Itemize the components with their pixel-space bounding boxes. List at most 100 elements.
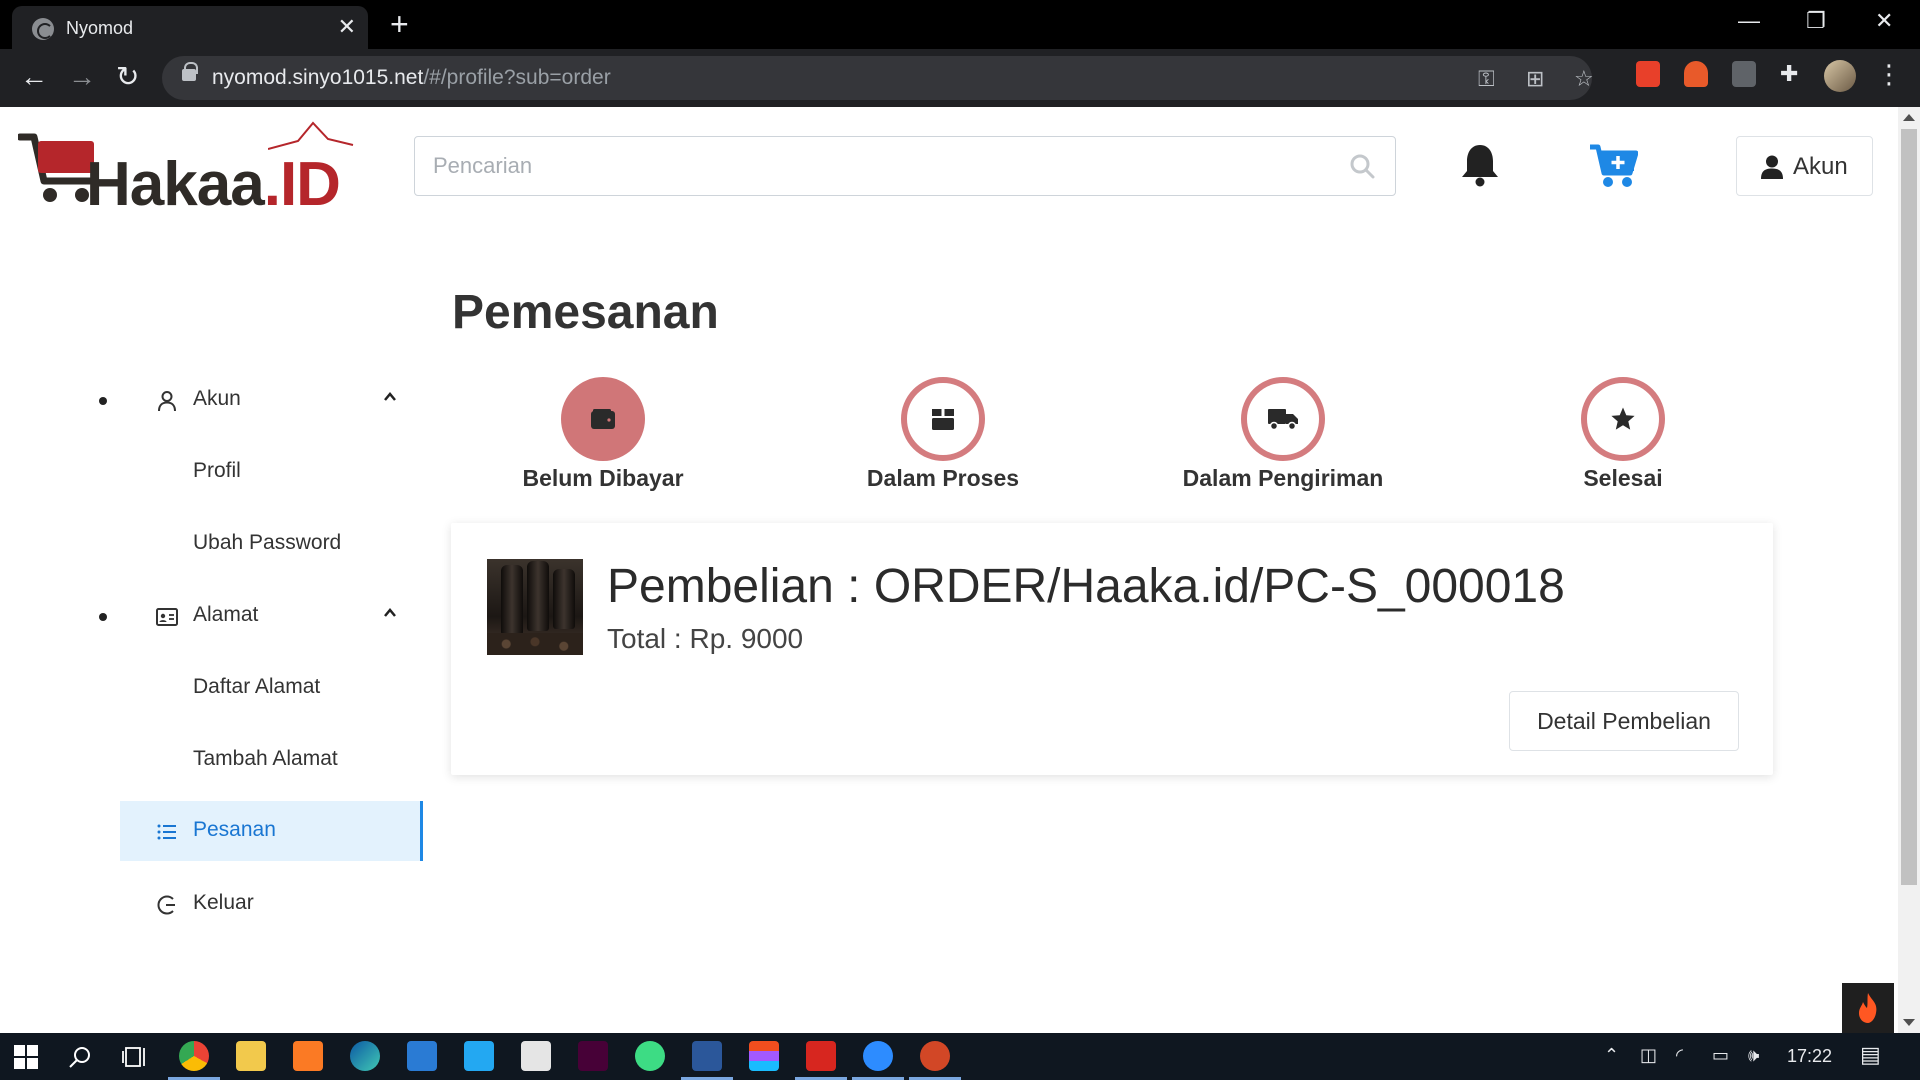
sidebar-item-tambah-alamat[interactable]: Tambah Alamat [120, 730, 423, 790]
haakaa-logo[interactable]: Hakaa.ID [18, 119, 380, 219]
floating-badge[interactable] [1842, 983, 1894, 1033]
logout-icon [157, 895, 175, 915]
word-icon[interactable] [692, 1041, 722, 1071]
edge-icon[interactable] [350, 1041, 380, 1071]
bell-icon[interactable] [1460, 143, 1500, 187]
chevron-up-icon[interactable] [383, 390, 397, 404]
volume-icon[interactable]: 🕪 [1748, 1045, 1759, 1066]
globe-icon [32, 18, 54, 40]
account-button-label: Akun [1793, 153, 1848, 180]
address-card-icon [156, 608, 178, 626]
order-card: Pembelian : ORDER/Haaka.id/PC-S_000018 T… [451, 523, 1773, 775]
account-button[interactable]: Akun [1736, 136, 1873, 196]
address-bar[interactable]: nyomod.sinyo1015.net/#/profile?sub=order… [162, 56, 1594, 100]
order-total: Total : Rp. 9000 [607, 623, 804, 654]
tab-close-icon[interactable]: ✕ [338, 15, 356, 39]
powerpoint-icon[interactable] [920, 1041, 950, 1071]
xampp-icon[interactable] [293, 1041, 323, 1071]
browser-menu-icon[interactable]: ⋮ [1876, 59, 1902, 89]
profile-avatar[interactable] [1824, 60, 1856, 92]
adobe-xd-icon[interactable] [578, 1041, 608, 1071]
acrobat-icon[interactable] [806, 1041, 836, 1071]
reload-icon[interactable]: ↻ [116, 61, 139, 93]
chrome-taskbar-icon[interactable] [179, 1041, 209, 1071]
tray-chevron-icon[interactable]: ⌃ [1604, 1045, 1619, 1066]
box-icon [932, 409, 954, 430]
chevron-up-icon[interactable] [383, 606, 397, 620]
step-label: Dalam Pengiriman [1182, 465, 1384, 491]
sidebar-item-profil[interactable]: Profil [120, 442, 423, 502]
sidebar-item-keluar[interactable]: Keluar [120, 874, 423, 934]
truck-icon [1268, 409, 1298, 431]
scrollbar-thumb[interactable] [1901, 129, 1917, 885]
android-studio-icon[interactable] [635, 1041, 665, 1071]
flame-icon [1859, 993, 1877, 1023]
page-content: Hakaa.ID Akun [0, 107, 1898, 1033]
search-icon[interactable] [1349, 153, 1375, 179]
sidebar-item-label: Alamat [193, 603, 259, 626]
translate-icon[interactable]: ⊞ [1526, 66, 1544, 92]
vscode-icon[interactable] [464, 1041, 494, 1071]
search-icon[interactable] [68, 1045, 92, 1069]
puzzle-extensions-icon[interactable]: ✚ [1780, 61, 1798, 87]
windows-taskbar: ⌃ ◫ ◜ ▭ 🕪 17:22 ▤ [0, 1033, 1920, 1080]
search-input[interactable] [415, 137, 1395, 195]
user-icon [1761, 155, 1783, 179]
clock[interactable]: 17:22 [1787, 1046, 1832, 1067]
sidebar-item-alamat[interactable]: Alamat [120, 586, 423, 646]
product-thumbnail [487, 559, 583, 655]
office-extension-icon[interactable] [1636, 61, 1660, 87]
mail-icon[interactable] [407, 1041, 437, 1071]
page-scrollbar[interactable] [1898, 107, 1920, 1033]
sidebar-item-label: Profil [193, 459, 241, 482]
task-view-icon[interactable] [122, 1045, 148, 1069]
sidebar-item-akun[interactable]: Akun [120, 370, 423, 430]
restore-icon[interactable]: ❐ [1806, 8, 1826, 34]
browser-toolbar: ← → ↻ nyomod.sinyo1015.net/#/profile?sub… [0, 49, 1920, 107]
cart-plus-icon[interactable] [1588, 143, 1638, 189]
windows-start-icon[interactable] [14, 1045, 38, 1069]
tab-title: Nyomod [66, 18, 134, 38]
scroll-down-icon[interactable] [1903, 1019, 1915, 1026]
minimize-icon[interactable]: — [1738, 8, 1760, 34]
camera-icon[interactable]: ◫ [1640, 1045, 1657, 1066]
order-title: Pembelian : ORDER/Haaka.id/PC-S_000018 [607, 560, 1565, 613]
step-label: Selesai [1583, 465, 1663, 491]
browser-tab[interactable]: Nyomod ✕ [12, 6, 368, 50]
lock-icon [182, 62, 198, 81]
figma-icon[interactable] [749, 1041, 779, 1071]
file-explorer-icon[interactable] [236, 1041, 266, 1071]
sidebar-item-label: Akun [193, 387, 241, 410]
back-icon[interactable]: ← [20, 61, 48, 93]
search-box [414, 136, 1396, 196]
bullet-icon [99, 397, 107, 405]
wallet-icon [591, 409, 615, 429]
new-tab-button[interactable]: + [390, 8, 409, 40]
extension-icon[interactable] [1732, 61, 1756, 87]
sidebar-item-daftar-alamat[interactable]: Daftar Alamat [120, 658, 423, 718]
key-icon[interactable]: ⚿ [1478, 66, 1495, 92]
store-icon[interactable] [521, 1041, 551, 1071]
window-close-icon[interactable]: ✕ [1875, 8, 1893, 34]
sidebar-item-label: Pesanan [193, 818, 276, 841]
sidebar-item-label: Daftar Alamat [193, 675, 321, 698]
list-icon [157, 824, 176, 840]
extension-icon[interactable] [1684, 61, 1708, 87]
step-label: Belum Dibayar [522, 465, 684, 491]
battery-icon[interactable]: ▭ [1712, 1045, 1729, 1066]
wifi-icon[interactable]: ◜ [1676, 1045, 1683, 1066]
scroll-up-icon[interactable] [1903, 114, 1915, 121]
sidebar-item-label: Tambah Alamat [193, 747, 338, 770]
sidebar-item-pesanan[interactable]: Pesanan [120, 801, 423, 861]
star-icon [1611, 407, 1635, 430]
sidebar-item-label: Ubah Password [193, 531, 342, 554]
step-label: Dalam Proses [866, 465, 1020, 491]
notification-icon[interactable]: ▤ [1860, 1042, 1881, 1068]
url-text: nyomod.sinyo1015.net/#/profile?sub=order [212, 66, 611, 89]
sidebar-item-ubah-password[interactable]: Ubah Password [120, 514, 423, 574]
star-bookmark-icon[interactable]: ☆ [1574, 66, 1594, 92]
zoom-icon[interactable] [863, 1041, 893, 1071]
user-outline-icon [158, 391, 176, 412]
forward-icon[interactable]: → [68, 61, 96, 93]
detail-pembelian-button[interactable]: Detail Pembelian [1509, 691, 1739, 751]
